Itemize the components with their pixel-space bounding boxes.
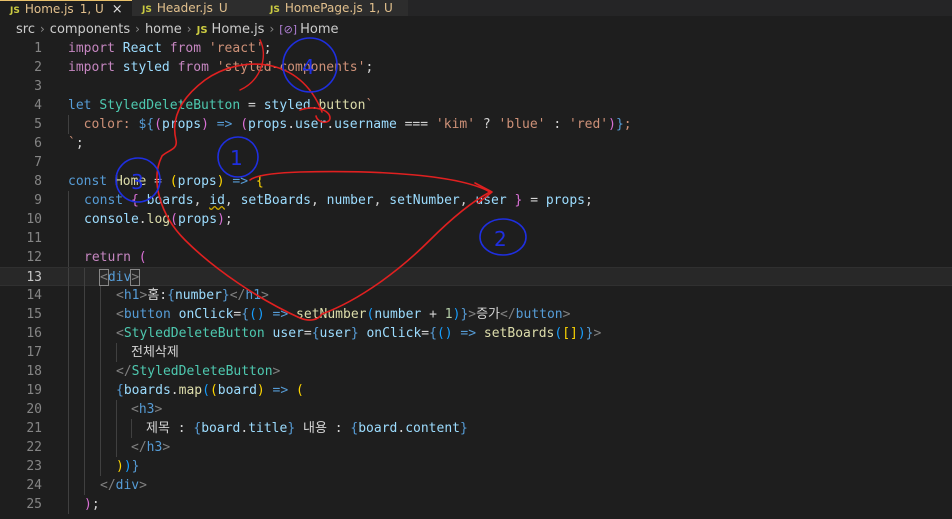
breadcrumb: src › components › home › JS Home.js › [⊘] Home	[0, 19, 952, 39]
close-icon[interactable]: ×	[112, 2, 123, 16]
chevron-right-icon: ›	[135, 22, 140, 36]
tab-label: Home.js	[24, 2, 74, 16]
code-editor[interactable]: 1 import React from 'react'; 2 import styl…	[0, 39, 952, 519]
line-number: 1	[34, 41, 42, 56]
tab-label: HomePage.js	[284, 1, 363, 15]
tab-homepage-js[interactable]: JS HomePage.js 1, U	[260, 0, 408, 16]
code-line: 5 color: ${(props) => (props.user.userna…	[0, 115, 952, 134]
javascript-file-icon: JS	[142, 5, 152, 15]
line-number: 19	[26, 383, 42, 398]
code-line: 10 console.log(props);	[0, 210, 952, 229]
breadcrumb-home[interactable]: home	[145, 22, 182, 37]
symbol-variable-icon: [⊘]	[279, 23, 298, 36]
code-line: 25);	[0, 495, 952, 514]
breadcrumb-symbol[interactable]: Home	[300, 22, 338, 37]
line-number: 18	[26, 364, 42, 379]
tab-status: 1, U	[79, 2, 104, 16]
code-line: 24 </div>	[0, 476, 952, 495]
code-line: 19 {boards.map((board) => (	[0, 381, 952, 400]
code-line-current: 13 <div>	[0, 267, 952, 287]
chevron-right-icon: ›	[186, 22, 192, 36]
line-number: 12	[26, 250, 42, 265]
code-line: 9 const { boards, id, setBoards, number, …	[0, 191, 952, 210]
tab-header-js[interactable]: JS Header.js U	[132, 0, 260, 16]
tab-home-js[interactable]: JS Home.js 1, U ×	[0, 0, 132, 16]
line-number: 3	[34, 79, 42, 94]
code-line: 12 return (	[0, 248, 952, 267]
line-number: 4	[34, 98, 42, 113]
code-line: 20 <h3>	[0, 400, 952, 419]
tab-status: U	[218, 1, 228, 15]
line-number: 25	[26, 497, 42, 512]
code-line: 16 <StyledDeleteButton user={user} onClic…	[0, 324, 952, 343]
code-line: 21 제목 : {board.title} 내용 : {board.content…	[0, 419, 952, 438]
line-number: 15	[26, 307, 42, 322]
line-number: 23	[26, 459, 42, 474]
code-line: 17 전체삭제	[0, 343, 952, 362]
javascript-file-icon: JS	[10, 6, 20, 16]
code-line: 23))}	[0, 457, 952, 476]
chevron-right-icon: ›	[269, 22, 275, 36]
line-number: 10	[26, 212, 42, 227]
line-number: 6	[34, 136, 42, 151]
breadcrumb-file[interactable]: Home.js	[212, 22, 265, 37]
breadcrumb-components[interactable]: components	[50, 22, 130, 37]
line-number: 20	[26, 402, 42, 417]
line-number: 8	[34, 174, 42, 189]
code-line: 8 const Home = (props) => {	[0, 172, 952, 191]
code-line: 2 import styled from 'styled-components';	[0, 58, 952, 77]
code-line: 1 import React from 'react';	[0, 39, 952, 58]
code-line: 3	[0, 77, 952, 96]
code-line: 7	[0, 153, 952, 172]
breadcrumb-src[interactable]: src	[16, 22, 35, 37]
line-number: 22	[26, 440, 42, 455]
tab-label: Header.js	[156, 1, 213, 15]
code-line: 14 <h1>홈:{number}</h1>	[0, 286, 952, 305]
line-number: 7	[34, 155, 42, 170]
line-number: 13	[26, 270, 42, 285]
line-number: 16	[26, 326, 42, 341]
line-number: 24	[26, 478, 42, 493]
line-number: 14	[26, 288, 42, 303]
chevron-right-icon: ›	[39, 22, 45, 36]
line-number: 21	[26, 421, 42, 436]
code-line: 11	[0, 229, 952, 248]
line-number: 2	[34, 60, 42, 75]
tab-bar: JS Home.js 1, U × JS Header.js U JS HomePage.j…	[0, 0, 952, 16]
javascript-file-icon: JS	[270, 5, 280, 15]
line-number: 17	[26, 345, 42, 360]
line-number: 11	[26, 231, 42, 246]
tab-status: 1, U	[368, 1, 393, 15]
code-line: 15 <button onClick={() => setNumber(numbe…	[0, 305, 952, 324]
line-number: 9	[34, 193, 42, 208]
code-line: 4 let StyledDeleteButton = styled.button`	[0, 96, 952, 115]
code-line: 18 </StyledDeleteButton>	[0, 362, 952, 381]
javascript-file-icon: JS	[196, 25, 208, 36]
code-line: 22 </h3>	[0, 438, 952, 457]
line-number: 5	[34, 117, 42, 132]
code-line: 6 `;	[0, 134, 952, 153]
